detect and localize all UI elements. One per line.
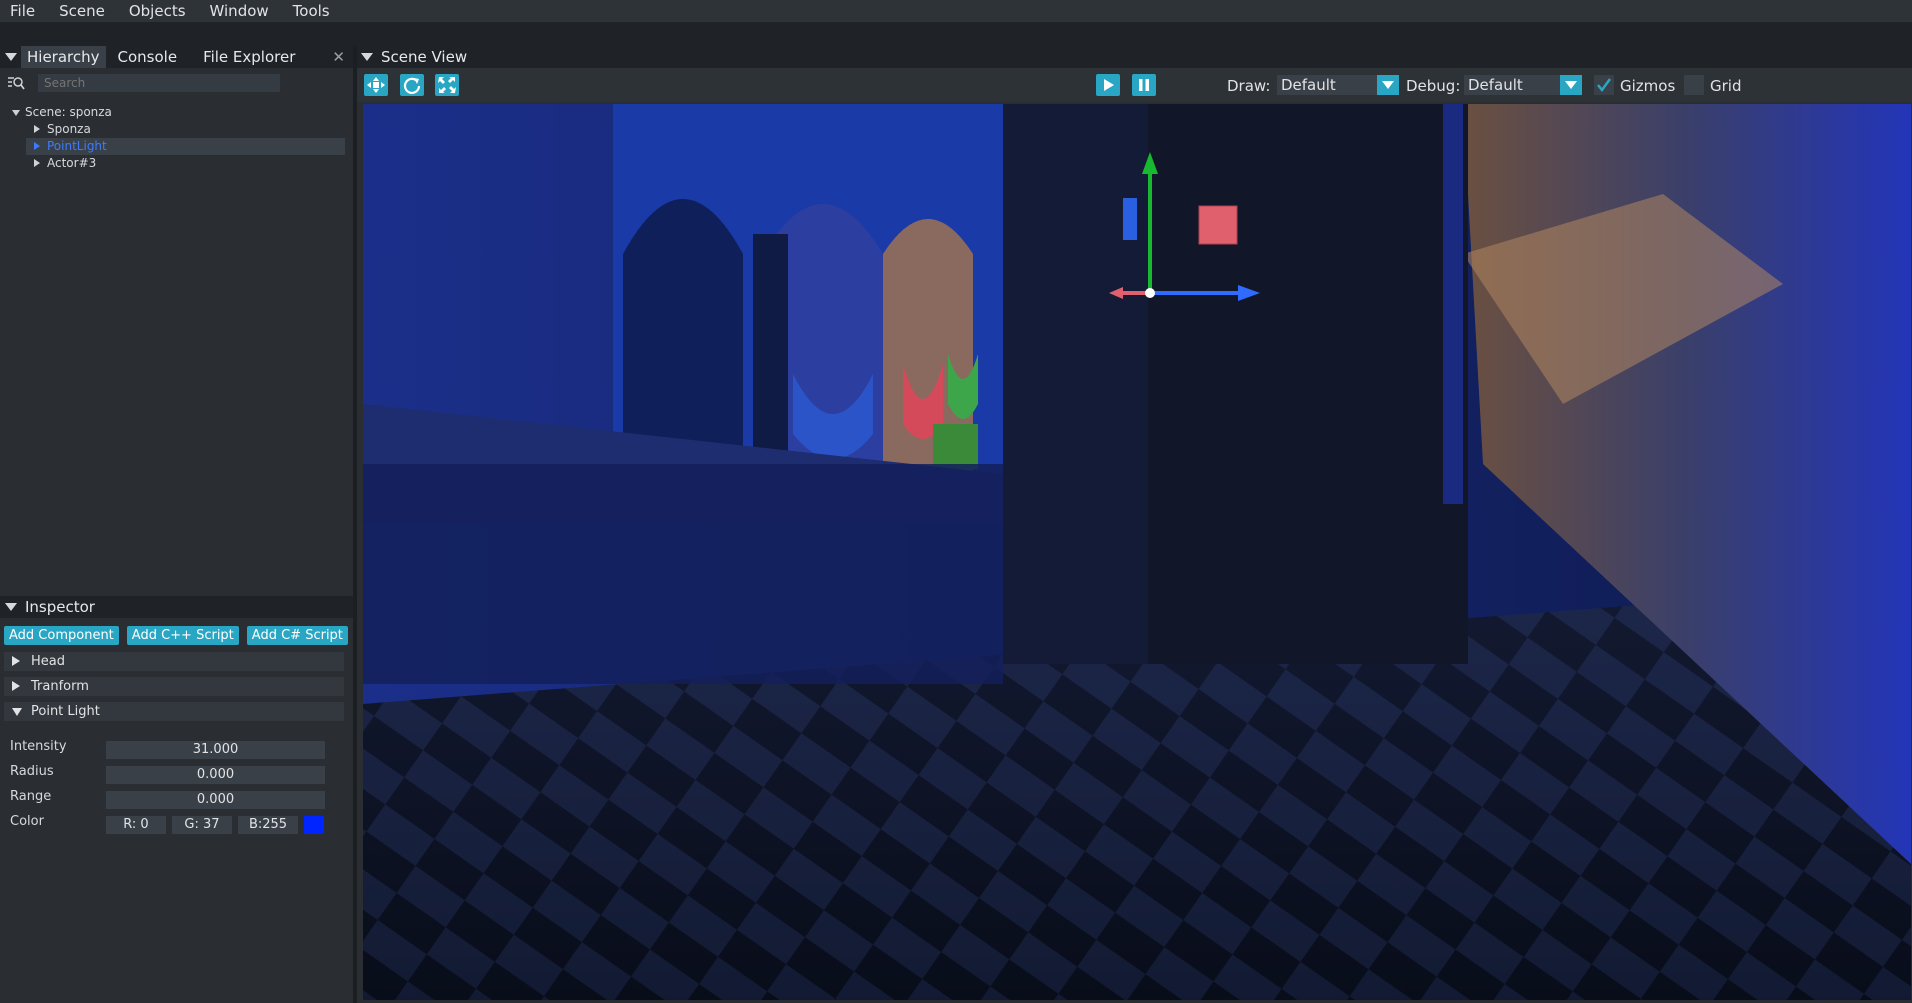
tree-item-pointlight[interactable]: PointLight bbox=[26, 138, 345, 155]
move-tool-button[interactable] bbox=[364, 74, 388, 96]
tree-item-sponza[interactable]: Sponza bbox=[0, 121, 353, 138]
inspector-button-row: Add Component Add C++ Script Add C# Scri… bbox=[4, 626, 348, 645]
inspector-panel: Inspector Add Component Add C++ Script A… bbox=[0, 596, 353, 1003]
search-row bbox=[0, 70, 353, 96]
add-cpp-script-button[interactable]: Add C++ Script bbox=[126, 626, 239, 645]
tree-item-label: Actor#3 bbox=[47, 156, 97, 170]
radius-field[interactable]: 0.000 bbox=[106, 766, 325, 784]
debug-dropdown-value: Default bbox=[1468, 76, 1523, 94]
play-button[interactable] bbox=[1096, 74, 1120, 96]
section-label: Tranform bbox=[31, 679, 89, 694]
checkmark-icon bbox=[1597, 78, 1612, 93]
collapse-arrow-icon bbox=[12, 708, 22, 716]
expand-arrow-icon[interactable] bbox=[34, 125, 40, 133]
color-r-field[interactable]: R: 0 bbox=[106, 816, 166, 834]
menu-window[interactable]: Window bbox=[198, 2, 281, 20]
draw-dropdown-value: Default bbox=[1281, 76, 1336, 94]
scene-view-title: Scene View bbox=[381, 48, 468, 66]
expand-arrow-icon[interactable] bbox=[12, 110, 20, 116]
tree-item-label: Sponza bbox=[47, 122, 91, 136]
range-field[interactable]: 0.000 bbox=[106, 791, 325, 809]
close-icon[interactable]: ✕ bbox=[332, 48, 345, 66]
section-label: Point Light bbox=[31, 704, 100, 719]
tree-item-actor3[interactable]: Actor#3 bbox=[0, 155, 353, 172]
debug-label: Debug: bbox=[1406, 77, 1461, 95]
add-component-button[interactable]: Add Component bbox=[4, 626, 119, 645]
draw-label: Draw: bbox=[1227, 77, 1271, 95]
grid-label: Grid bbox=[1710, 77, 1742, 95]
section-label: Head bbox=[31, 654, 65, 669]
collapse-icon[interactable] bbox=[5, 603, 17, 611]
tree-item-label: PointLight bbox=[47, 139, 107, 153]
menu-tools[interactable]: Tools bbox=[281, 2, 342, 20]
menu-objects[interactable]: Objects bbox=[117, 2, 198, 20]
left-tab-bar: Hierarchy Console File Explorer ✕ bbox=[0, 46, 353, 68]
tab-hierarchy[interactable]: Hierarchy bbox=[21, 46, 106, 68]
menu-file[interactable]: File bbox=[0, 2, 47, 20]
rotate-icon bbox=[403, 77, 421, 94]
scale-icon bbox=[438, 77, 456, 93]
section-point-light[interactable]: Point Light bbox=[4, 702, 344, 721]
scale-tool-button[interactable] bbox=[435, 74, 459, 96]
gizmos-checkbox[interactable] bbox=[1594, 75, 1614, 95]
tab-file-explorer[interactable]: File Explorer bbox=[197, 46, 301, 68]
tree-item-label: Scene: sponza bbox=[25, 105, 112, 119]
draw-dropdown[interactable]: Default bbox=[1277, 75, 1399, 95]
rotate-tool-button[interactable] bbox=[400, 74, 424, 96]
expand-arrow-icon bbox=[12, 656, 20, 666]
chevron-down-icon bbox=[1560, 75, 1582, 95]
play-icon bbox=[1104, 79, 1114, 91]
range-label: Range bbox=[10, 789, 52, 804]
section-transform[interactable]: Tranform bbox=[4, 677, 344, 696]
pause-icon bbox=[1139, 79, 1149, 91]
inspector-title: Inspector bbox=[25, 598, 95, 616]
tree-item-scene[interactable]: Scene: sponza bbox=[0, 104, 353, 121]
expand-arrow-icon[interactable] bbox=[34, 159, 40, 167]
intensity-label: Intensity bbox=[10, 739, 67, 754]
add-csharp-script-button[interactable]: Add C# Script bbox=[246, 626, 348, 645]
dock-strip bbox=[0, 22, 1912, 46]
scene-render bbox=[363, 104, 1911, 1000]
scene-view-header: Scene View bbox=[357, 46, 1912, 68]
intensity-field[interactable]: 31.000 bbox=[106, 741, 325, 759]
tab-console[interactable]: Console bbox=[112, 46, 184, 68]
color-b-field[interactable]: B:255 bbox=[238, 816, 298, 834]
move-icon bbox=[367, 77, 385, 93]
color-label: Color bbox=[10, 814, 44, 829]
color-g-field[interactable]: G: 37 bbox=[172, 816, 232, 834]
chevron-down-icon bbox=[1377, 75, 1399, 95]
hierarchy-tree: Scene: sponza Sponza PointLight Actor#3 bbox=[0, 104, 353, 172]
menu-scene[interactable]: Scene bbox=[47, 2, 117, 20]
left-panel: Hierarchy Console File Explorer ✕ Scene:… bbox=[0, 46, 353, 1003]
expand-arrow-icon bbox=[12, 681, 20, 691]
section-head[interactable]: Head bbox=[4, 652, 344, 671]
collapse-icon[interactable] bbox=[5, 53, 17, 61]
debug-dropdown[interactable]: Default bbox=[1464, 75, 1582, 95]
scene-view-panel: Scene View Draw: Default Debug: Default … bbox=[357, 46, 1912, 1003]
search-input[interactable] bbox=[38, 74, 280, 92]
gizmos-label: Gizmos bbox=[1620, 77, 1676, 95]
radius-label: Radius bbox=[10, 764, 54, 779]
search-icon bbox=[8, 77, 25, 90]
pause-button[interactable] bbox=[1132, 74, 1156, 96]
scene-toolbar: Draw: Default Debug: Default Gizmos Grid bbox=[357, 68, 1912, 102]
grid-checkbox[interactable] bbox=[1684, 75, 1704, 95]
color-swatch[interactable] bbox=[304, 816, 324, 834]
inspector-header: Inspector bbox=[0, 596, 353, 618]
collapse-icon[interactable] bbox=[361, 53, 373, 61]
menu-bar: File Scene Objects Window Tools bbox=[0, 0, 1912, 22]
scene-viewport[interactable] bbox=[363, 104, 1911, 1000]
expand-arrow-icon[interactable] bbox=[34, 142, 40, 150]
